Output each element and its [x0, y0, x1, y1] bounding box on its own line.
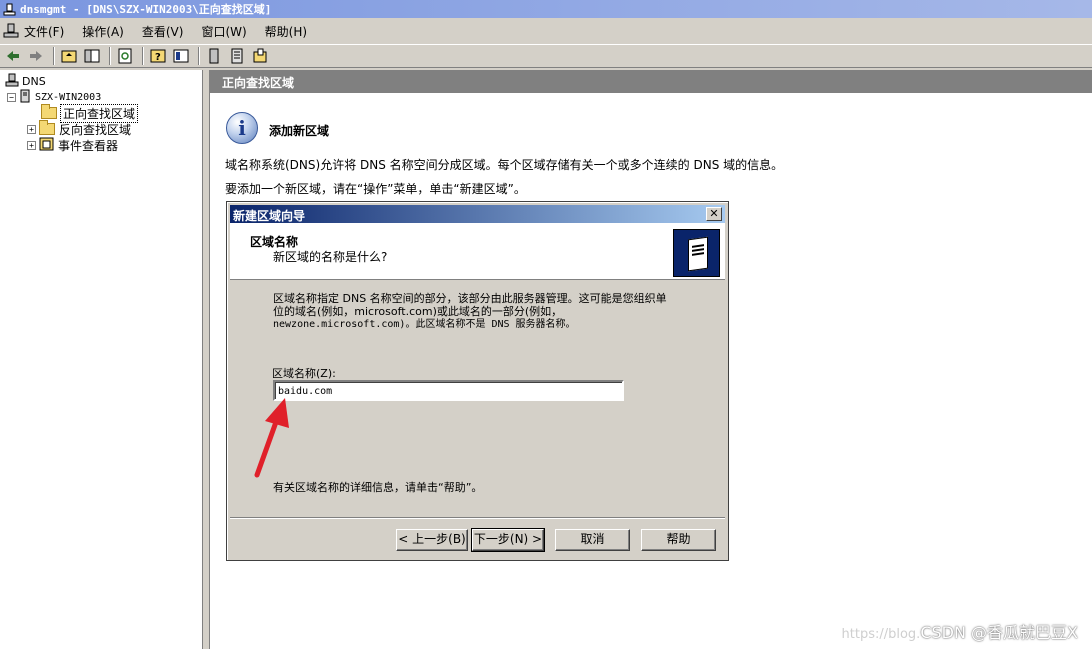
description-line: newzone.microsoft.com)。此区域名称不是 DNS 服务器名称…	[273, 319, 576, 330]
tree-node-reverse-zones[interactable]: + 反向查找区域	[27, 120, 132, 137]
back-button[interactable]: < 上一步(B)	[396, 529, 468, 551]
toolbar-separator	[198, 47, 200, 65]
zone-description: 区域名称指定 DNS 名称空间的部分，该部分由此服务器管理。这可能是您组织单 位…	[273, 292, 713, 331]
svg-text:?: ?	[155, 52, 161, 63]
watermark: https://blog.CSDN @香瓜就巴豆X	[841, 623, 1078, 642]
window-title: dnsmgmt - [DNS\SZX-WIN2003\正向查找区域]	[20, 3, 272, 16]
next-button[interactable]: 下一步(N) >	[471, 528, 545, 552]
instruction-text: 要添加一个新区域，请在“操作”菜单，单击“新建区域”。	[225, 182, 526, 196]
server-icon	[19, 89, 31, 106]
new-zone-wizard-dialog: 新建区域向导 ✕ 区域名称 新区域的名称是什么? 区域名称指定 DNS 名称空间…	[226, 201, 729, 561]
properties-icon[interactable]	[171, 46, 191, 66]
list-icon[interactable]	[227, 46, 247, 66]
tree-label: 正向查找区域	[59, 103, 139, 123]
section-subtitle: 新区域的名称是什么?	[273, 250, 388, 264]
forward-arrow-icon[interactable]	[26, 46, 46, 66]
dns-icon	[5, 73, 19, 90]
zone-name-label: 区域名称(Z):	[272, 367, 336, 380]
dns-app-icon	[3, 3, 16, 16]
tree-node-forward-zones[interactable]: 正向查找区域	[41, 103, 139, 123]
tree-node-dns[interactable]: DNS	[5, 73, 46, 89]
server-icon	[673, 229, 720, 277]
folder-icon	[39, 120, 55, 135]
help-hint: 有关区域名称的详细信息，请单击“帮助”。	[273, 481, 483, 494]
console-menu-icon[interactable]	[2, 21, 20, 41]
wizard-header: 区域名称 新区域的名称是什么?	[230, 223, 725, 280]
tree-label: DNS	[22, 74, 46, 88]
up-folder-icon[interactable]	[59, 46, 79, 66]
collapse-icon[interactable]: −	[7, 92, 16, 102]
zone-name-input[interactable]: baidu.com	[273, 380, 624, 401]
expand-icon[interactable]: +	[27, 140, 36, 150]
toolbar: ?	[0, 44, 1092, 68]
description-line: 区域名称指定 DNS 名称空间的部分，该部分由此服务器管理。这可能是您组织单	[273, 292, 667, 305]
console-tree: DNS − SZX-WIN2003 正向查找区域 + 反向查找区域 + 事件查看…	[0, 70, 203, 649]
tree-label: 反向查找区域	[59, 122, 132, 137]
tree-node-server[interactable]: − SZX-WIN2003	[7, 89, 101, 105]
window-titlebar[interactable]: dnsmgmt - [DNS\SZX-WIN2003\正向查找区域]	[0, 0, 1092, 18]
toolbar-separator	[109, 47, 111, 65]
folder-icon	[41, 104, 57, 119]
expand-icon[interactable]: +	[27, 124, 36, 134]
refresh-icon[interactable]	[115, 46, 135, 66]
back-arrow-icon[interactable]	[3, 46, 23, 66]
description-text: 域名称系统(DNS)允许将 DNS 名称空间分成区域。每个区域存储有关一个或多个…	[225, 158, 784, 172]
description-line: 位的域名(例如，microsoft.com)或此域名的一部分(例如，	[273, 305, 563, 318]
info-icon: i	[226, 112, 258, 144]
toolbar-separator	[142, 47, 144, 65]
pane-header: 正向查找区域	[210, 70, 1092, 93]
tree-node-event-viewer[interactable]: + 事件查看器	[27, 137, 118, 153]
server-icon[interactable]	[204, 46, 224, 66]
toolbar-separator	[53, 47, 55, 65]
menu-help[interactable]: 帮助(H)	[265, 23, 307, 40]
cancel-button[interactable]: 取消	[555, 529, 630, 551]
new-zone-icon[interactable]	[250, 46, 270, 66]
menu-file[interactable]: 文件(F)	[24, 23, 64, 40]
event-viewer-icon	[39, 137, 54, 154]
divider	[230, 517, 725, 519]
add-zone-heading: 添加新区域	[269, 124, 330, 138]
help-icon[interactable]: ?	[148, 46, 168, 66]
menu-window[interactable]: 窗口(W)	[201, 23, 246, 40]
show-hide-tree-icon[interactable]	[82, 46, 102, 66]
dialog-titlebar[interactable]: 新建区域向导 ✕	[230, 205, 725, 223]
tree-label: 事件查看器	[58, 138, 119, 153]
menu-action[interactable]: 操作(A)	[82, 23, 124, 40]
help-button[interactable]: 帮助	[641, 529, 716, 551]
menu-view[interactable]: 查看(V)	[142, 23, 184, 40]
tree-label: SZX-WIN2003	[35, 91, 102, 103]
dialog-title: 新建区域向导	[233, 209, 306, 223]
menu-bar: 文件(F) 操作(A) 查看(V) 窗口(W) 帮助(H)	[0, 20, 1092, 42]
close-button[interactable]: ✕	[706, 207, 722, 221]
